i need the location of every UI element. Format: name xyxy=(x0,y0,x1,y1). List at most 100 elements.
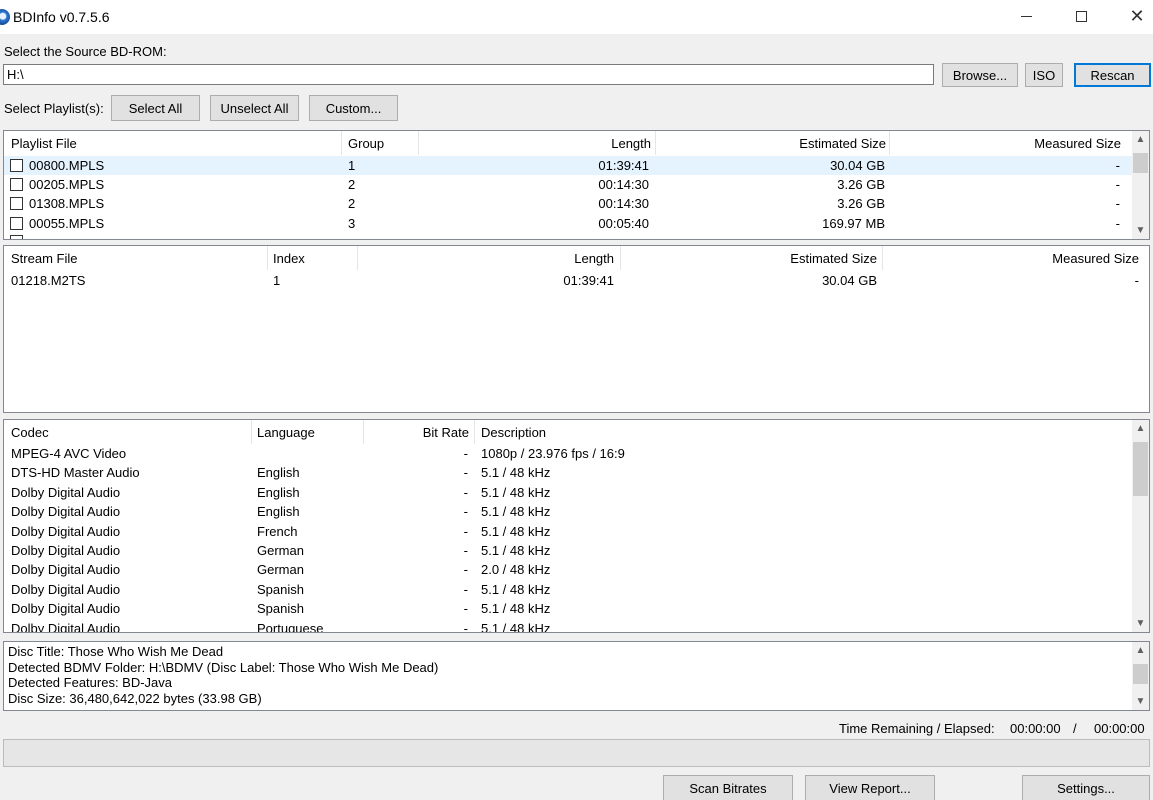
unselect-all-button[interactable]: Unselect All xyxy=(210,95,299,121)
codec-name: Dolby Digital Audio xyxy=(11,504,121,520)
table-row[interactable]: Dolby Digital Audio Spanish -5.1 / 48 kHz xyxy=(4,580,1132,599)
playlist-checkbox[interactable] xyxy=(10,235,23,239)
playlist-measured-size: - xyxy=(1115,177,1120,192)
time-elapsed: 00:00:00 xyxy=(1094,721,1145,736)
playlist-checkbox[interactable] xyxy=(10,217,23,230)
playlist-file: 00205.MPLS xyxy=(29,177,105,192)
scroll-down-icon[interactable]: ▼ xyxy=(1132,693,1149,710)
disc-title-text: Disc Title: Those Who Wish Me Dead xyxy=(8,644,224,659)
playlist-group: 1 xyxy=(348,158,356,173)
table-row[interactable]: Dolby Digital Audio German -5.1 / 48 kHz xyxy=(4,541,1132,560)
column-header-measured-size[interactable]: Measured Size xyxy=(1052,246,1139,270)
playlist-file: 00055.MPLS xyxy=(29,216,105,231)
table-row[interactable]: 00055.MPLS 3 00:05:40 169.97 MB - xyxy=(4,214,1132,233)
scan-bitrates-button[interactable]: Scan Bitrates xyxy=(663,775,793,800)
column-header-length[interactable]: Length xyxy=(574,246,614,270)
column-header-estimated-size[interactable]: Estimated Size xyxy=(790,246,877,270)
title-bar: BDInfo v0.7.5.6 ✕ xyxy=(0,0,1153,34)
table-row[interactable]: Dolby Digital Audio Portuguese -5.1 / 48 k… xyxy=(4,619,1132,632)
playlist-checkbox[interactable] xyxy=(10,159,23,172)
playlist-measured-size: - xyxy=(1115,216,1120,231)
scroll-thumb[interactable] xyxy=(1133,664,1148,684)
scroll-up-icon[interactable]: ▲ xyxy=(1132,131,1149,148)
table-row[interactable]: 00800.MPLS 1 01:39:41 30.04 GB - xyxy=(4,156,1132,175)
codec-name: MPEG-4 AVC Video xyxy=(11,446,127,461)
codec-bit-rate: - xyxy=(463,523,468,539)
minimize-button[interactable] xyxy=(1003,0,1049,32)
playlist-scrollbar[interactable]: ▲ ▼ xyxy=(1132,131,1149,239)
column-header-group[interactable]: Group xyxy=(348,131,384,155)
table-row[interactable]: 01218.M2TS 1 01:39:41 30.04 GB - xyxy=(4,271,1149,290)
codec-name: Dolby Digital Audio xyxy=(11,543,121,558)
playlist-length: 00:14:30 xyxy=(598,196,649,211)
column-header-estimated-size[interactable]: Estimated Size xyxy=(799,131,886,155)
codec-language: English xyxy=(257,484,300,500)
table-row[interactable]: Dolby Digital Audio English -5.1 / 48 kHz xyxy=(4,483,1132,502)
column-divider xyxy=(655,131,656,155)
codec-language: German xyxy=(257,543,304,558)
codec-name: Dolby Digital Audio xyxy=(11,523,121,539)
codec-language: English xyxy=(257,465,300,481)
disc-info-box[interactable]: Disc Title: Those Who Wish Me Dead Detec… xyxy=(3,641,1150,711)
playlist-group: 2 xyxy=(348,196,356,211)
codec-description: 1080p / 23.976 fps / 16:9 xyxy=(481,446,625,461)
rescan-button[interactable]: Rescan xyxy=(1074,63,1151,87)
browse-button[interactable]: Browse... xyxy=(942,63,1018,87)
source-path-input[interactable]: H:\ xyxy=(3,64,934,85)
codec-description: 2.0 / 48 kHz xyxy=(481,562,551,578)
column-header-codec[interactable]: Codec xyxy=(11,420,49,444)
bdmv-folder-text: Detected BDMV Folder: H:\BDMV (Disc Labe… xyxy=(8,660,439,675)
column-header-length[interactable]: Length xyxy=(611,131,651,155)
settings-button[interactable]: Settings... xyxy=(1022,775,1150,800)
playlist-measured-size: - xyxy=(1115,158,1120,173)
column-header-stream-file[interactable]: Stream File xyxy=(11,246,77,270)
stream-measured-size: - xyxy=(1134,273,1139,288)
column-header-language[interactable]: Language xyxy=(257,420,315,444)
select-playlists-label: Select Playlist(s): xyxy=(4,101,104,116)
maximize-button[interactable] xyxy=(1058,0,1104,32)
window-title: BDInfo v0.7.5.6 xyxy=(13,9,110,25)
codec-name: Dolby Digital Audio xyxy=(11,562,121,578)
table-row[interactable]: Dolby Digital Audio English -5.1 / 48 kHz xyxy=(4,502,1132,521)
stream-table[interactable]: Stream File Index Length Estimated Size … xyxy=(3,245,1150,413)
column-divider xyxy=(357,246,358,270)
table-row[interactable]: 01308.MPLS 2 00:14:30 3.26 GB - xyxy=(4,194,1132,213)
table-row[interactable]: Dolby Digital Audio Spanish -5.1 / 48 kHz xyxy=(4,599,1132,618)
iso-button[interactable]: ISO xyxy=(1025,63,1063,87)
scroll-up-icon[interactable]: ▲ xyxy=(1132,642,1149,659)
scroll-down-icon[interactable]: ▼ xyxy=(1132,615,1149,632)
codec-scrollbar[interactable]: ▲ ▼ xyxy=(1132,420,1149,632)
playlist-estimated-size: 3.26 GB xyxy=(837,177,885,192)
stream-estimated-size: 30.04 GB xyxy=(822,273,877,288)
column-header-index[interactable]: Index xyxy=(273,246,305,270)
column-header-bit-rate[interactable]: Bit Rate xyxy=(423,420,469,444)
playlist-table[interactable]: Playlist File Group Length Estimated Siz… xyxy=(3,130,1150,240)
scroll-thumb[interactable] xyxy=(1133,153,1148,173)
table-row[interactable]: 00205.MPLS 2 00:14:30 3.26 GB - xyxy=(4,175,1132,194)
table-row[interactable]: DTS-HD Master Audio English -5.1 / 48 kHz xyxy=(4,463,1132,482)
scroll-down-icon[interactable]: ▼ xyxy=(1132,222,1149,239)
column-divider xyxy=(474,420,475,444)
column-divider xyxy=(363,420,364,444)
close-icon: ✕ xyxy=(1129,5,1145,27)
custom-button[interactable]: Custom... xyxy=(309,95,398,121)
column-divider xyxy=(341,131,342,155)
table-row[interactable]: Dolby Digital Audio French -5.1 / 48 kHz xyxy=(4,522,1132,541)
playlist-checkbox[interactable] xyxy=(10,197,23,210)
table-row[interactable]: MPEG-4 AVC Video -1080p / 23.976 fps / 16… xyxy=(4,444,1132,463)
playlist-checkbox[interactable] xyxy=(10,178,23,191)
table-row[interactable]: Dolby Digital Audio German -2.0 / 48 kHz xyxy=(4,560,1132,579)
codec-name: Dolby Digital Audio xyxy=(11,581,121,597)
codec-bit-rate: - xyxy=(463,484,468,500)
column-header-playlist-file[interactable]: Playlist File xyxy=(11,131,77,155)
scroll-up-icon[interactable]: ▲ xyxy=(1132,420,1149,437)
close-button[interactable]: ✕ xyxy=(1114,0,1153,32)
disc-info-scrollbar[interactable]: ▲ ▼ xyxy=(1132,642,1149,710)
view-report-button[interactable]: View Report... xyxy=(805,775,935,800)
codec-table[interactable]: Codec Language Bit Rate Description MPEG… xyxy=(3,419,1150,633)
column-header-description[interactable]: Description xyxy=(481,420,546,444)
scroll-thumb[interactable] xyxy=(1133,442,1148,496)
column-header-measured-size[interactable]: Measured Size xyxy=(1034,131,1121,155)
playlist-estimated-size: 169.97 MB xyxy=(822,216,885,231)
select-all-button[interactable]: Select All xyxy=(111,95,200,121)
